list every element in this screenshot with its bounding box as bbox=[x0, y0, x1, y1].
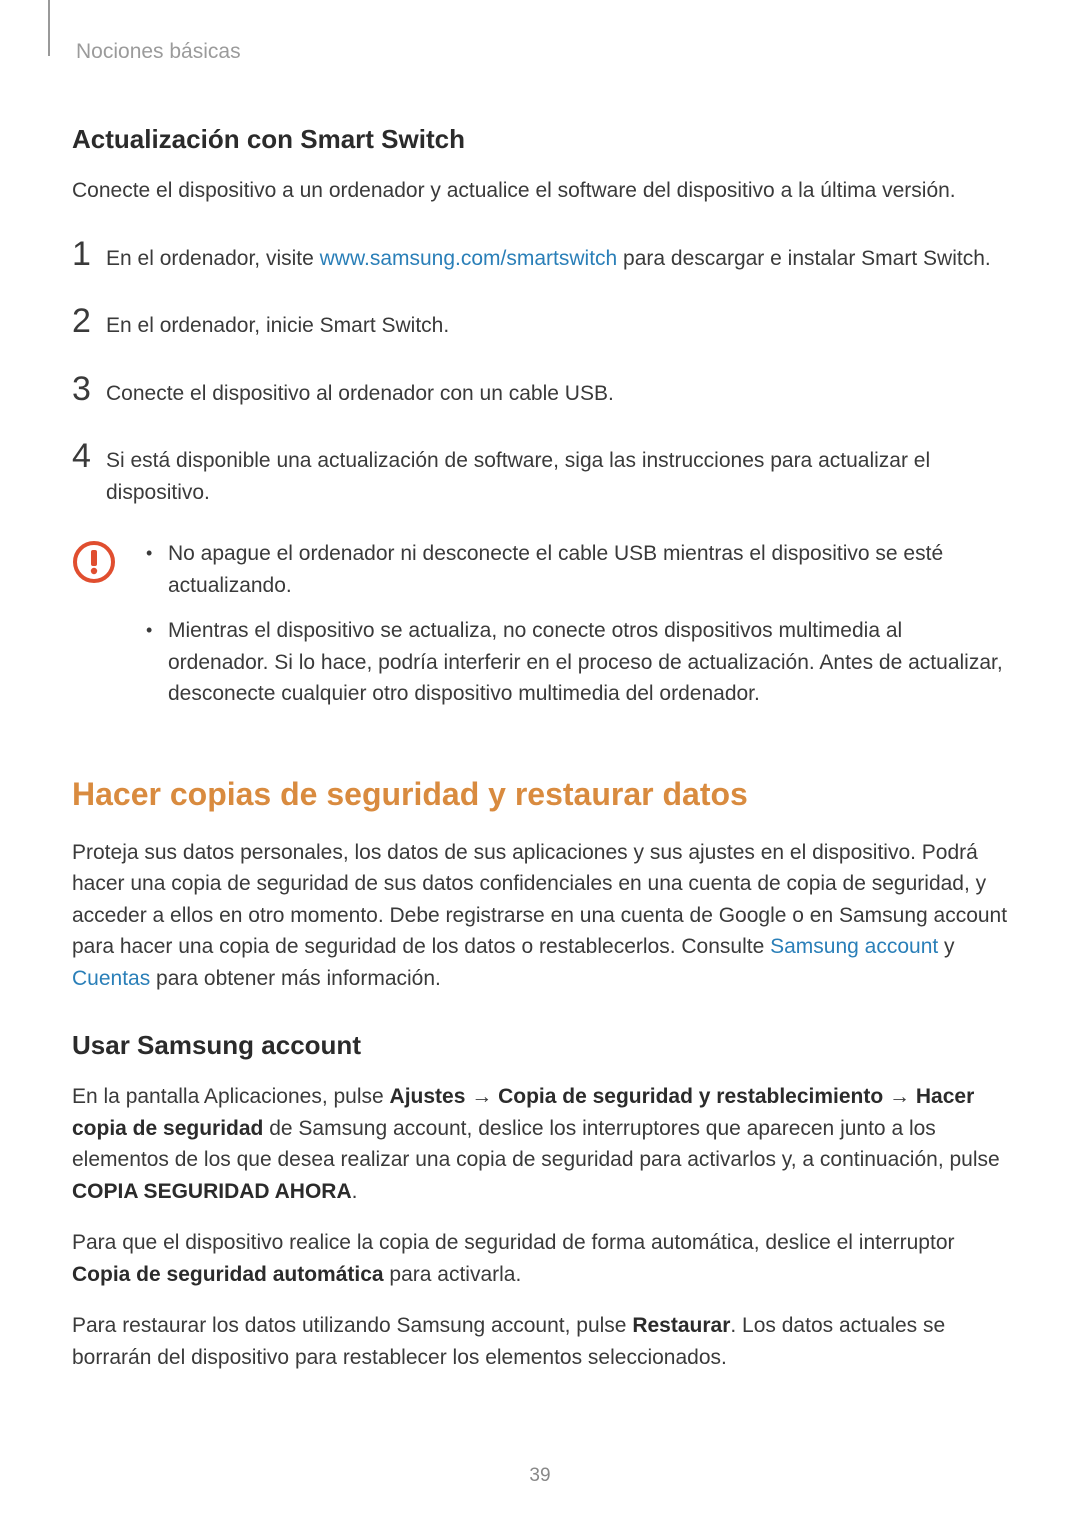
caution-icon bbox=[72, 540, 116, 584]
text-fragment: para descargar e instalar Smart Switch. bbox=[617, 247, 991, 270]
warning-item: • Mientras el dispositivo se actualiza, … bbox=[146, 615, 1008, 710]
step-text: En el ordenador, visite www.samsung.com/… bbox=[106, 237, 991, 275]
samsung-account-p3: Para restaurar los datos utilizando Sams… bbox=[72, 1310, 1008, 1373]
text-fragment: En el ordenador, visite bbox=[106, 247, 320, 270]
bold-text: Restaurar bbox=[632, 1314, 730, 1337]
bold-text: Copia de seguridad automática bbox=[72, 1263, 384, 1286]
step-item: 2 En el ordenador, inicie Smart Switch. bbox=[72, 304, 1008, 342]
bullet-icon: • bbox=[146, 538, 168, 567]
step-number: 1 bbox=[72, 237, 106, 271]
warning-text: Mientras el dispositivo se actualiza, no… bbox=[168, 615, 1008, 710]
step-item: 4 Si está disponible una actualización d… bbox=[72, 439, 1008, 508]
text-fragment: Para que el dispositivo realice la copia… bbox=[72, 1231, 955, 1254]
samsung-account-p1: En la pantalla Aplicaciones, pulse Ajust… bbox=[72, 1081, 1008, 1207]
bold-text: Copia de seguridad y restablecimiento bbox=[498, 1085, 883, 1108]
step-number: 3 bbox=[72, 372, 106, 406]
step-text: En el ordenador, inicie Smart Switch. bbox=[106, 304, 449, 342]
page-number: 39 bbox=[0, 1465, 1080, 1487]
step-number: 4 bbox=[72, 439, 106, 473]
text-fragment: . bbox=[352, 1180, 358, 1203]
text-fragment: En la pantalla Aplicaciones, pulse bbox=[72, 1085, 390, 1108]
text-fragment: y bbox=[938, 935, 954, 958]
warning-item: • No apague el ordenador ni desconecte e… bbox=[146, 538, 1008, 601]
step-item: 3 Conecte el dispositivo al ordenador co… bbox=[72, 372, 1008, 410]
text-fragment: para activarla. bbox=[384, 1263, 522, 1286]
bold-text: Ajustes bbox=[390, 1085, 466, 1108]
document-page: Nociones básicas Actualización con Smart… bbox=[0, 0, 1080, 1373]
heading-backup-restore: Hacer copias de seguridad y restaurar da… bbox=[72, 776, 1008, 813]
smartswitch-link[interactable]: www.samsung.com/smartswitch bbox=[320, 247, 618, 270]
heading-samsung-account: Usar Samsung account bbox=[72, 1030, 1008, 1061]
bold-text: COPIA SEGURIDAD AHORA bbox=[72, 1180, 352, 1203]
warning-list: • No apague el ordenador ni desconecte e… bbox=[146, 538, 1008, 724]
arrow-separator: → bbox=[883, 1085, 916, 1108]
bullet-icon: • bbox=[146, 615, 168, 644]
step-text: Si está disponible una actualización de … bbox=[106, 439, 1008, 508]
warning-block: • No apague el ordenador ni desconecte e… bbox=[72, 538, 1008, 724]
backup-intro: Proteja sus datos personales, los datos … bbox=[72, 837, 1008, 995]
intro-text: Conecte el dispositivo a un ordenador y … bbox=[72, 175, 1008, 207]
warning-text: No apague el ordenador ni desconecte el … bbox=[168, 538, 1008, 601]
text-fragment: Para restaurar los datos utilizando Sams… bbox=[72, 1314, 632, 1337]
step-item: 1 En el ordenador, visite www.samsung.co… bbox=[72, 237, 1008, 275]
text-fragment: para obtener más información. bbox=[150, 967, 441, 990]
step-text: Conecte el dispositivo al ordenador con … bbox=[106, 372, 614, 410]
steps-list: 1 En el ordenador, visite www.samsung.co… bbox=[72, 237, 1008, 509]
samsung-account-p2: Para que el dispositivo realice la copia… bbox=[72, 1227, 1008, 1290]
samsung-account-link[interactable]: Samsung account bbox=[770, 935, 938, 958]
breadcrumb: Nociones básicas bbox=[76, 40, 1008, 64]
heading-smart-switch: Actualización con Smart Switch bbox=[72, 124, 1008, 155]
accounts-link[interactable]: Cuentas bbox=[72, 967, 150, 990]
step-number: 2 bbox=[72, 304, 106, 338]
arrow-separator: → bbox=[465, 1085, 498, 1108]
